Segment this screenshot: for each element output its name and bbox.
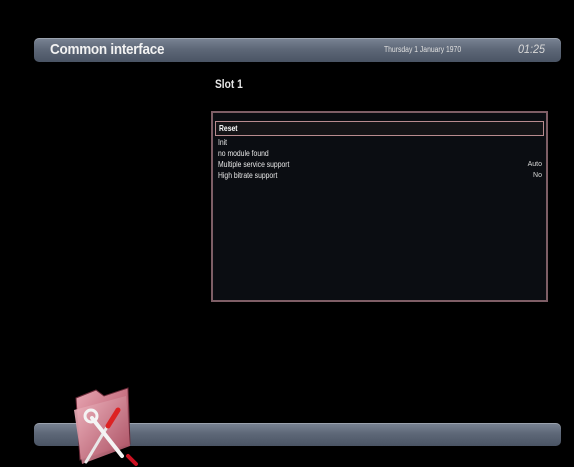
menu-item-label: Init [218, 138, 228, 147]
page-title: Common interface [50, 41, 165, 58]
date-display: Thursday 1 January 1970 [384, 45, 462, 54]
clock-display: 01:25 [518, 42, 546, 56]
menu-item-reset[interactable]: Reset [215, 121, 544, 136]
menu-item-value: No [533, 172, 542, 179]
menu-item-high-bitrate-support[interactable]: High bitrate support No [215, 170, 544, 181]
menu-item-label: no module found [218, 149, 269, 158]
menu-item-init[interactable]: Init [215, 137, 544, 148]
menu-item-value: Auto [527, 161, 542, 168]
menu-item-multiple-service-support[interactable]: Multiple service support Auto [215, 159, 544, 170]
screen: Common interface Thursday 1 January 1970… [0, 0, 574, 467]
menu-item-label: High bitrate support [218, 171, 278, 180]
menu-list: Reset Init no module found Multiple serv… [215, 121, 544, 181]
title-bar: Common interface Thursday 1 January 1970… [34, 38, 561, 62]
menu-panel: Reset Init no module found Multiple serv… [211, 111, 548, 302]
menu-item-label: Multiple service support [218, 160, 290, 169]
slot-heading: Slot 1 [215, 77, 243, 91]
menu-item-module-status[interactable]: no module found [215, 148, 544, 159]
tools-icon [74, 387, 138, 466]
menu-item-label: Reset [219, 124, 238, 133]
